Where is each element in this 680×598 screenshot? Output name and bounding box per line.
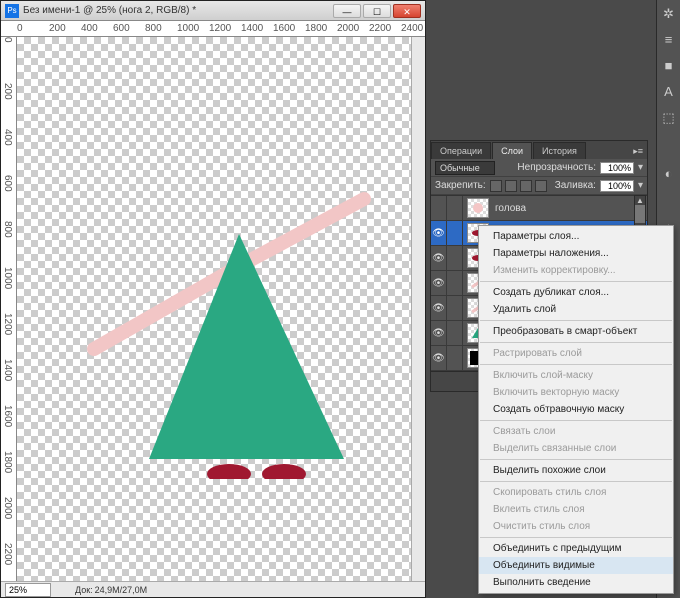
menu-separator (480, 537, 672, 538)
toolbar-icon[interactable]: A (661, 84, 677, 100)
link-col[interactable] (447, 221, 463, 245)
link-col[interactable] (447, 321, 463, 345)
opacity-label: Непрозрачность: (517, 162, 596, 173)
zoom-input[interactable]: 25% (5, 583, 51, 597)
chevron-down-icon[interactable]: ▾ (638, 162, 643, 173)
scroll-thumb[interactable] (635, 205, 645, 223)
app-icon: Ps (5, 4, 19, 18)
menu-separator (480, 342, 672, 343)
layer-name[interactable]: голова (493, 203, 647, 214)
visibility-toggle[interactable]: 👁 (431, 346, 447, 370)
link-col[interactable] (447, 246, 463, 270)
layer-thumbnail[interactable] (467, 198, 489, 218)
menu-item: Изменить корректировку... (479, 262, 673, 279)
menu-item[interactable]: Создать дубликат слоя... (479, 284, 673, 301)
menu-separator (480, 481, 672, 482)
link-col[interactable] (447, 271, 463, 295)
fill-input[interactable]: 100% (600, 180, 634, 192)
menu-item[interactable]: Создать обтравочную маску (479, 401, 673, 418)
link-col[interactable] (447, 296, 463, 320)
menu-item[interactable]: Удалить слой (479, 301, 673, 318)
lock-pixels-icon[interactable] (505, 180, 517, 192)
menu-item[interactable]: Преобразовать в смарт-объект (479, 323, 673, 340)
document-title: Без имени-1 @ 25% (нога 2, RGB/8) * (23, 5, 333, 16)
menu-item[interactable]: Параметры наложения... (479, 245, 673, 262)
menu-item: Растрировать слой (479, 345, 673, 362)
titlebar[interactable]: Ps Без имени-1 @ 25% (нога 2, RGB/8) * —… (1, 1, 425, 21)
lock-label: Закрепить: (435, 180, 486, 191)
menu-item: Скопировать стиль слоя (479, 484, 673, 501)
layer-context-menu: Параметры слоя...Параметры наложения...И… (478, 225, 674, 594)
tab-layers[interactable]: Слои (492, 142, 532, 159)
link-col[interactable] (447, 196, 463, 220)
chevron-down-icon[interactable]: ▾ (638, 180, 643, 191)
scrollbar-vertical[interactable] (411, 37, 425, 581)
artwork (44, 139, 384, 479)
menu-item[interactable]: Выполнить сведение (479, 574, 673, 591)
visibility-toggle[interactable]: 👁 (431, 246, 447, 270)
visibility-toggle[interactable]: 👁 (431, 296, 447, 320)
toolbar-icon[interactable]: ≡ (661, 32, 677, 48)
fill-label: Заливка: (555, 180, 596, 191)
maximize-button[interactable]: ☐ (363, 4, 391, 18)
panel-tabs: Операции Слои История ▸≡ (431, 141, 647, 159)
menu-item[interactable]: Объединить с предыдущим (479, 540, 673, 557)
menu-item[interactable]: Параметры слоя... (479, 228, 673, 245)
toolbar-icon[interactable]: ✲ (661, 6, 677, 22)
minimize-button[interactable]: — (333, 4, 361, 18)
menu-item: Вклеить стиль слоя (479, 501, 673, 518)
menu-separator (480, 320, 672, 321)
menu-separator (480, 459, 672, 460)
menu-item: Выделить связанные слои (479, 440, 673, 457)
document-window: Ps Без имени-1 @ 25% (нога 2, RGB/8) * —… (0, 0, 426, 598)
opacity-input[interactable]: 100% (600, 162, 634, 174)
menu-separator (480, 364, 672, 365)
toolbar-icon[interactable]: ■ (661, 58, 677, 74)
visibility-toggle[interactable]: 👁 (431, 321, 447, 345)
link-col[interactable] (447, 346, 463, 370)
menu-item[interactable]: Выделить похожие слои (479, 462, 673, 479)
visibility-toggle[interactable]: 👁 (431, 221, 447, 245)
doc-size-label: Док: (75, 585, 93, 595)
doc-size-value: 24,9M/27,0M (95, 585, 148, 595)
ruler-horizontal[interactable]: 0200400600800100012001400160018002000220… (1, 21, 425, 37)
menu-separator (480, 420, 672, 421)
toolbar-icon[interactable]: ⬚ (661, 110, 677, 126)
panel-dock-empty (430, 0, 656, 140)
status-bar: 25% Док: 24,9M/27,0M (1, 581, 425, 597)
lock-trans-icon[interactable] (490, 180, 502, 192)
menu-item: Очистить стиль слоя (479, 518, 673, 535)
panel-menu-icon[interactable]: ▸≡ (629, 144, 647, 159)
menu-item[interactable]: Объединить видимые (479, 557, 673, 574)
tab-actions[interactable]: Операции (431, 142, 491, 159)
ruler-vertical[interactable]: 0200400600800100012001400160018002000220… (1, 37, 17, 581)
lock-all-icon[interactable] (535, 180, 547, 192)
menu-item: Включить слой-маску (479, 367, 673, 384)
blend-mode-dropdown[interactable]: Обычные (435, 161, 495, 175)
menu-separator (480, 281, 672, 282)
lock-icons-group (490, 180, 547, 192)
close-button[interactable]: ✕ (393, 4, 421, 18)
toolbar-icon[interactable]: ◐ (661, 166, 677, 182)
canvas[interactable] (17, 37, 411, 581)
visibility-toggle[interactable]: 👁 (431, 271, 447, 295)
visibility-toggle[interactable] (431, 196, 447, 220)
menu-item: Включить векторную маску (479, 384, 673, 401)
tab-history[interactable]: История (533, 142, 586, 159)
menu-item: Связать слои (479, 423, 673, 440)
layer-row[interactable]: голова (431, 196, 647, 221)
lock-position-icon[interactable] (520, 180, 532, 192)
